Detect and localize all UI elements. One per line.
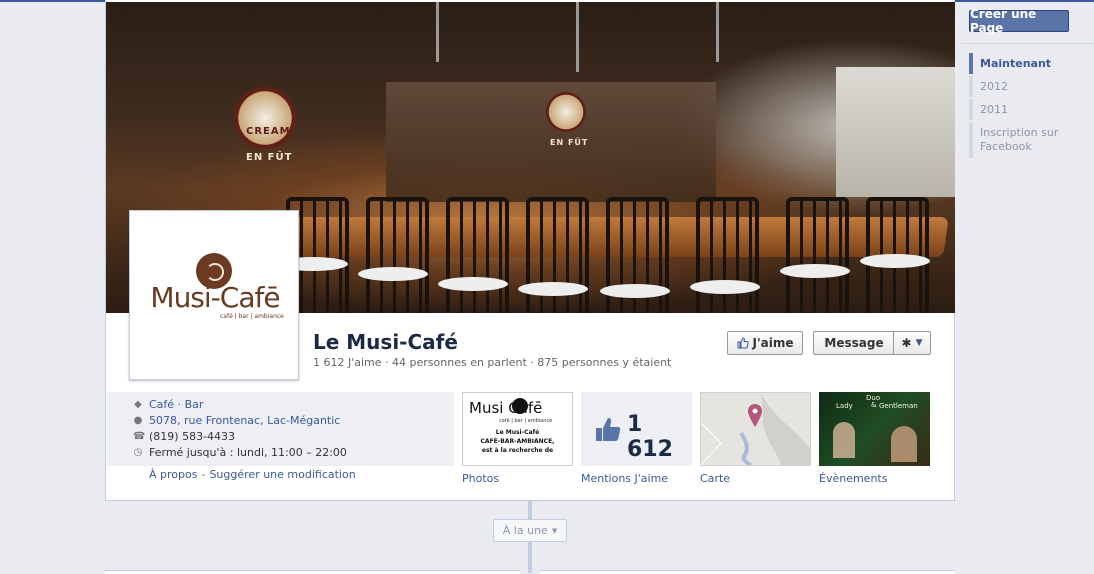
timeline-post-left xyxy=(105,570,520,574)
gear-icon: ✱ xyxy=(901,336,912,350)
suggest-edit-link[interactable]: Suggérer une modification xyxy=(209,468,355,481)
map-tile-label[interactable]: Carte xyxy=(700,472,730,485)
cover-stool xyxy=(446,197,509,313)
cover-lamp xyxy=(576,2,579,72)
performer-figure xyxy=(833,422,855,458)
timeline-nav-joined[interactable]: Inscription sur Facebook xyxy=(969,123,1089,158)
cover-seat xyxy=(438,277,508,291)
chevron-down-icon: ▼ xyxy=(551,526,558,535)
cover-stool xyxy=(696,197,759,313)
likes-tile[interactable]: 1 612 xyxy=(581,392,692,466)
cover-sign-right xyxy=(546,92,586,132)
address-link[interactable]: 5078, rue Frontenac, Lac-Mégantic xyxy=(149,414,340,427)
cover-window xyxy=(836,67,955,197)
tag-icon: ◆ xyxy=(134,399,142,410)
phone-icon: ☎ xyxy=(133,431,146,442)
map-pin-icon xyxy=(748,404,762,427)
about-links: À propos - Suggérer une modification xyxy=(149,468,356,481)
thumbs-up-icon xyxy=(737,337,749,349)
timeline-nav-2011[interactable]: 2011 xyxy=(969,99,1089,120)
cover-sign-left-label: CREAM xyxy=(246,126,291,137)
chevron-down-icon: ▼ xyxy=(915,338,923,348)
create-page-button[interactable]: Créer une Page xyxy=(969,7,1069,35)
profile-picture[interactable]: Musi-Cafē café | bar | ambiance xyxy=(129,210,299,380)
logo-tagline: café | bar | ambiance xyxy=(220,313,284,320)
photos-tile-logo: Musi Cafē xyxy=(469,399,543,417)
info-hours-row: ◷ Fermé jusqu'à : lundi, 11:00 – 22:00 xyxy=(133,446,347,459)
page-stats: 1 612 J'aime · 44 personnes en parlent ·… xyxy=(313,356,672,369)
info-address-row: ● 5078, rue Frontenac, Lac-Mégantic xyxy=(133,414,341,427)
highlights-dropdown-label: À la une xyxy=(502,524,548,537)
cover-stool xyxy=(366,197,429,313)
events-tile-amp: & xyxy=(871,401,877,409)
category-cafe-link[interactable]: Café xyxy=(149,398,174,411)
cover-stool xyxy=(786,197,849,313)
cover-seat xyxy=(780,264,850,278)
photos-tile-tagline: café | bar | ambiance xyxy=(499,418,553,424)
page-header-card: CREAM EN FÛT EN FÛT Musi-Cafē café | bar… xyxy=(105,0,955,501)
cover-sign-right-sub: EN FÛT xyxy=(550,138,589,147)
sidebar-divider xyxy=(961,43,1094,44)
message-button-label: Message xyxy=(824,336,884,350)
info-category-row: ◆ Café · Bar xyxy=(133,398,203,411)
music-note-icon xyxy=(512,398,528,414)
map-tile[interactable] xyxy=(700,392,811,467)
phone-number: (819) 583-4433 xyxy=(149,430,236,443)
cover-seat xyxy=(600,284,670,298)
photos-tile-text: Le Musi-Café CAFÉ-BAR-AMBIANCE, est à la… xyxy=(463,428,572,455)
cover-seat xyxy=(860,254,930,268)
thumbs-up-icon xyxy=(596,418,621,441)
opening-hours: Fermé jusqu'à : lundi, 11:00 – 22:00 xyxy=(149,446,347,459)
about-separator: - xyxy=(201,468,206,481)
cover-lamp xyxy=(436,2,439,62)
map-pin-icon: ● xyxy=(133,415,143,426)
photos-tile-line: CAFÉ-BAR-AMBIANCE, xyxy=(480,438,555,445)
cover-lamp xyxy=(716,2,719,62)
events-tile-lady: Lady xyxy=(836,402,853,410)
timeline-post-right xyxy=(540,570,955,574)
message-button[interactable]: Message xyxy=(813,331,894,355)
highlights-dropdown[interactable]: À la une ▼ xyxy=(493,519,567,542)
page-title[interactable]: Le Musi-Café xyxy=(313,330,458,354)
cover-seat xyxy=(358,267,428,281)
events-tile-gentleman: Gentleman xyxy=(879,402,918,410)
cover-seat xyxy=(690,280,760,294)
photos-tile[interactable]: Musi Cafē café | bar | ambiance Le Musi-… xyxy=(462,392,573,466)
about-link[interactable]: À propos xyxy=(149,468,197,481)
like-button-label: J'aime xyxy=(752,336,794,350)
cover-sign-left xyxy=(234,87,296,149)
cover-seat xyxy=(518,282,588,296)
info-phone-row: ☎ (819) 583-4433 xyxy=(133,430,235,443)
cover-sign-left-sub: EN FÛT xyxy=(246,152,293,163)
settings-dropdown-button[interactable]: ✱ ▼ xyxy=(893,331,931,355)
info-box: ◆ Café · Bar ● 5078, rue Frontenac, Lac-… xyxy=(107,392,454,466)
timeline-nav-2012[interactable]: 2012 xyxy=(969,76,1089,97)
photos-tile-line: Le Musi-Café xyxy=(495,429,540,436)
photos-tile-line: est à la recherche de xyxy=(481,447,554,454)
category-bar-link[interactable]: Bar xyxy=(185,398,204,411)
events-tile-label[interactable]: Évènements xyxy=(819,472,887,485)
timeline-nav-now[interactable]: Maintenant xyxy=(969,53,1089,74)
like-button[interactable]: J'aime xyxy=(727,331,803,355)
performer-figure xyxy=(891,426,917,462)
likes-count: 1 612 xyxy=(627,412,673,462)
events-tile[interactable]: Duo Lady & Gentleman xyxy=(819,392,930,466)
clock-icon: ◷ xyxy=(133,447,143,458)
category-separator: · xyxy=(174,398,185,411)
likes-tile-label[interactable]: Mentions J'aime xyxy=(581,472,668,485)
photos-tile-label[interactable]: Photos xyxy=(462,472,499,485)
logo-name: Musi-Cafē xyxy=(150,281,280,314)
